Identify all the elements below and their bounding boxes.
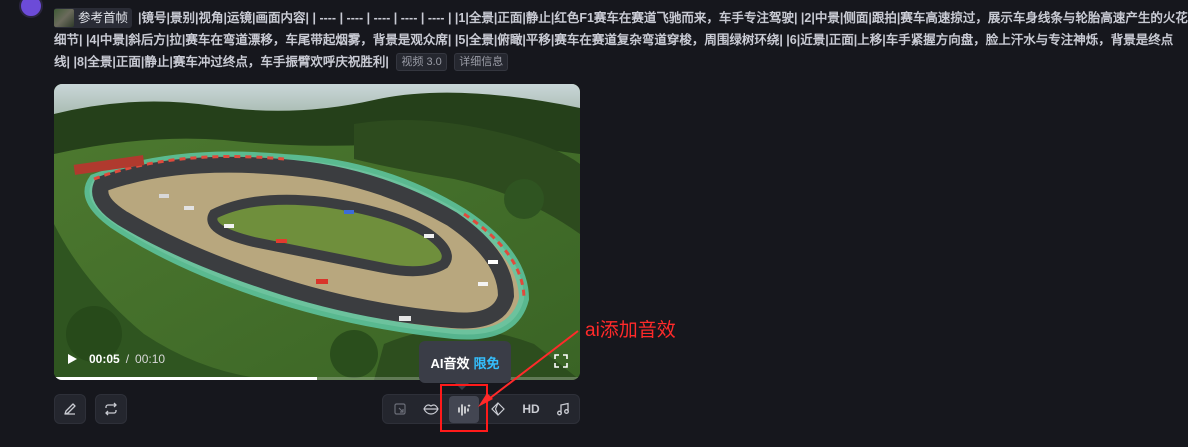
edit-button[interactable] [54,394,86,424]
current-time: 00:05 [89,352,120,366]
prompt-text-block: 参考首帧 |镜号|景别|视角|运镜|画面内容| | ---- | ---- | … [54,7,1188,73]
tooltip-label: AI音效 [430,355,470,371]
prompt-content: |镜号|景别|视角|运镜|画面内容| | ---- | ---- | ---- … [54,11,1188,69]
reference-frame-chip[interactable]: 参考首帧 [54,8,133,28]
reference-frame-label: 参考首帧 [78,11,129,25]
video-frame-race-track [54,84,580,380]
pencil-icon [64,403,76,415]
reference-frame-thumbnail [54,9,74,27]
screen: 参考首帧 |镜号|景别|视角|运镜|画面内容| | ---- | ---- | … [0,0,1188,447]
fullscreen-icon[interactable] [554,354,568,368]
video-player[interactable]: 00:05 / 00:10 [54,84,580,380]
video-progress-fill [54,377,317,380]
diamond-icon [491,402,505,416]
annotation-highlight-box [440,384,488,432]
repeat-icon [105,402,117,416]
ai-sound-tooltip: AI音效 限免 [419,341,511,383]
model-tag: 视频 3.0 [396,53,447,71]
music-note-icon [557,402,569,416]
lips-icon [423,404,439,415]
time-separator: / [125,352,130,366]
hd-label: HD [522,402,540,416]
avatar[interactable] [19,0,43,18]
hd-button[interactable]: HD [516,395,546,423]
tooltip-free-badge: 限免 [473,355,500,371]
crop-icon [394,403,406,415]
play-icon[interactable] [68,354,77,364]
annotation-text: ai添加音效 [585,320,676,341]
total-time: 00:10 [135,352,166,366]
playback-controls: 00:05 / 00:10 [68,352,165,366]
details-tag[interactable]: 详细信息 [454,53,509,71]
regenerate-button[interactable] [95,394,127,424]
music-button[interactable] [548,395,578,423]
crop-button[interactable] [385,395,415,423]
